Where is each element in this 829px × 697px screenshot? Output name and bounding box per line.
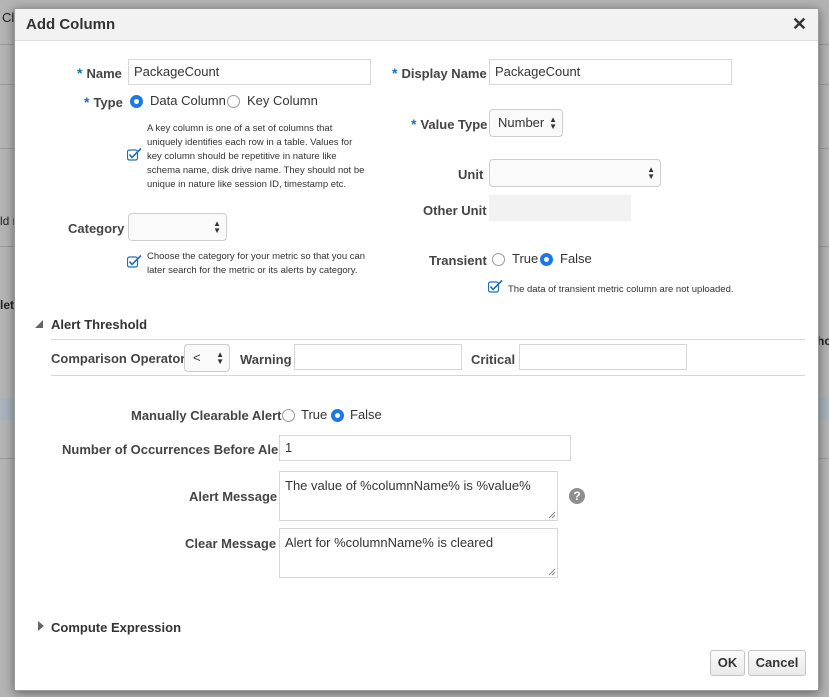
critical-label: Critical xyxy=(471,352,516,367)
warning-label: Warning xyxy=(240,352,292,367)
manually-clearable-true-label: True xyxy=(301,407,328,422)
type-help-text: A key column is one of a set of columns … xyxy=(147,123,365,190)
transient-true-radio[interactable] xyxy=(492,253,505,266)
divider xyxy=(51,339,805,340)
compute-expression-header[interactable]: Compute Expression xyxy=(51,620,181,635)
select-arrows-icon: ▲ ▼ xyxy=(213,219,221,235)
clear-message-label: Clear Message xyxy=(185,536,277,551)
type-key-column-radio[interactable] xyxy=(227,95,240,108)
alert-message-label: Alert Message xyxy=(189,489,278,504)
add-column-dialog: Add Column ✕ * Name PackageCount * Display… xyxy=(14,8,819,691)
resize-grip-icon[interactable] xyxy=(548,568,556,576)
dialog-titlebar: Add Column ✕ xyxy=(15,9,818,41)
value-type-label: * Value Type xyxy=(411,116,488,132)
occurrences-label: Number of Occurrences Before Alert xyxy=(62,442,288,457)
other-unit-label: Other Unit xyxy=(423,203,487,218)
collapse-triangle-icon[interactable] xyxy=(34,319,44,329)
manually-clearable-true-radio[interactable] xyxy=(282,409,295,422)
ok-button[interactable]: OK xyxy=(710,650,745,676)
select-arrows-icon: ▲ ▼ xyxy=(549,115,557,131)
expand-triangle-icon[interactable] xyxy=(37,620,45,632)
comparison-operator-select[interactable]: < ▲ ▼ xyxy=(184,344,230,372)
background-text: Cl xyxy=(2,10,15,25)
alert-message-text: The value of %columnName% is %value% xyxy=(285,478,531,493)
transient-help-text: The data of transient metric column are … xyxy=(508,284,734,295)
name-label: * Name xyxy=(77,65,122,81)
unit-select[interactable]: ▲ ▼ xyxy=(489,159,661,187)
resize-grip-icon[interactable] xyxy=(548,511,556,519)
name-input[interactable]: PackageCount xyxy=(128,59,371,85)
check-note-icon xyxy=(127,147,142,161)
cancel-button[interactable]: Cancel xyxy=(748,650,806,676)
clear-message-textarea[interactable]: Alert for %columnName% is cleared xyxy=(279,528,558,578)
type-label: * Type xyxy=(84,94,123,110)
divider xyxy=(51,375,805,376)
unit-label: Unit xyxy=(458,167,484,182)
alert-threshold-header[interactable]: Alert Threshold xyxy=(51,317,147,332)
close-icon[interactable]: ✕ xyxy=(792,14,807,35)
display-name-input[interactable]: PackageCount xyxy=(489,59,732,85)
transient-false-radio[interactable] xyxy=(540,253,553,266)
warning-input[interactable] xyxy=(294,344,462,370)
transient-false-label: False xyxy=(560,251,592,266)
clear-message-text: Alert for %columnName% is cleared xyxy=(285,535,494,550)
category-select[interactable]: ▲ ▼ xyxy=(128,213,227,241)
critical-input[interactable] xyxy=(519,344,687,370)
manually-clearable-false-label: False xyxy=(350,407,382,422)
category-help-text: Choose the category for your metric so t… xyxy=(147,251,366,276)
help-question-icon[interactable]: ? xyxy=(569,488,585,504)
other-unit-input[interactable] xyxy=(489,195,631,221)
transient-label: Transient xyxy=(429,253,487,268)
type-data-column-label: Data Column xyxy=(150,93,226,108)
value-type-select[interactable]: Number ▲ ▼ xyxy=(489,109,563,137)
dialog-title: Add Column xyxy=(26,16,116,33)
manually-clearable-false-radio[interactable] xyxy=(331,409,344,422)
background-text: let xyxy=(0,298,15,312)
select-arrows-icon: ▲ ▼ xyxy=(216,350,224,366)
manually-clearable-label: Manually Clearable Alert xyxy=(131,408,282,423)
occurrences-input[interactable]: 1 xyxy=(279,435,571,461)
transient-true-label: True xyxy=(512,251,539,266)
check-note-icon xyxy=(127,254,142,268)
select-arrows-icon: ▲ ▼ xyxy=(647,165,655,181)
comparison-operator-label: Comparison Operator xyxy=(51,351,186,366)
type-key-column-label: Key Column xyxy=(247,93,318,108)
display-name-label: * Display Name xyxy=(392,65,487,81)
alert-message-textarea[interactable]: The value of %columnName% is %value% xyxy=(279,471,558,521)
check-note-icon xyxy=(488,279,503,293)
category-label: Category xyxy=(68,221,125,236)
type-data-column-radio[interactable] xyxy=(130,95,143,108)
